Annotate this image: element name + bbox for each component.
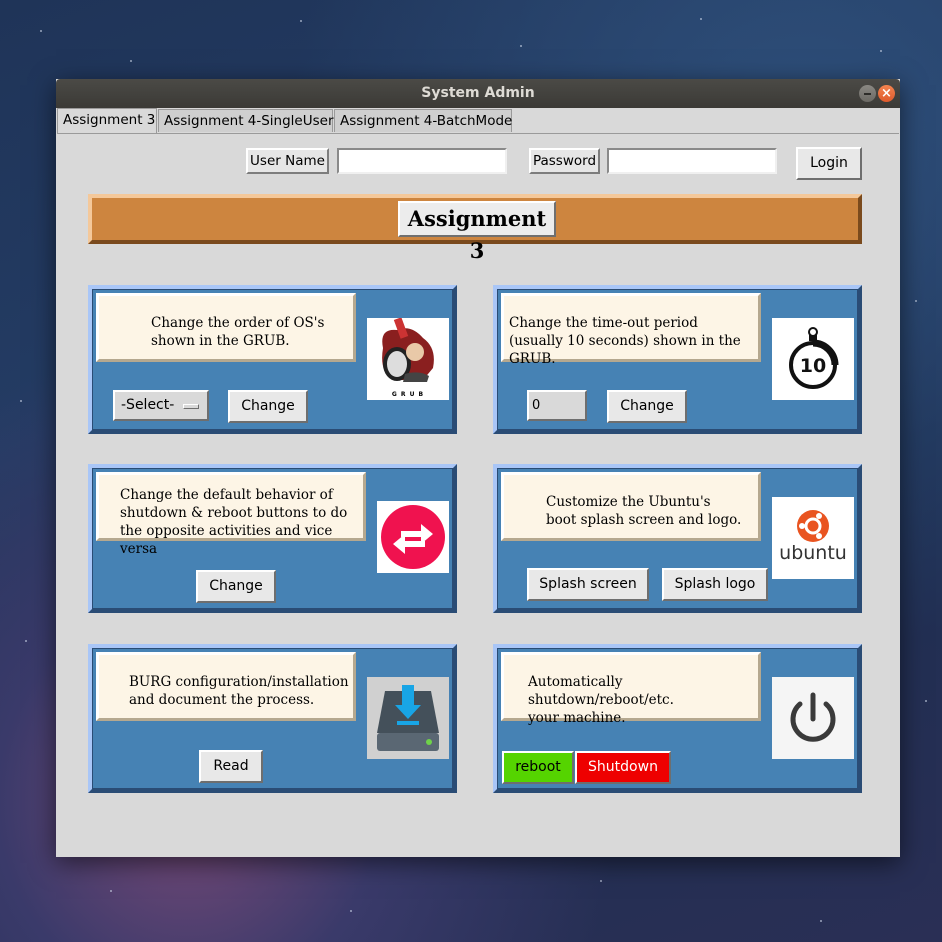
username-label: User Name [246, 148, 329, 174]
panel-splash: Customize the Ubuntu's boot splash scree… [493, 464, 862, 613]
power-icon [772, 677, 854, 759]
timeout-input[interactable] [527, 390, 587, 421]
grub-icon-caption: G R U B [391, 391, 425, 398]
burg-read-button[interactable]: Read [199, 750, 263, 783]
shutdown-button[interactable]: Shutdown [575, 751, 671, 784]
os-select-value: -Select- [121, 397, 175, 413]
reboot-button[interactable]: reboot [502, 751, 574, 784]
assignment-banner: Assignment 3 [88, 194, 862, 263]
minimize-button[interactable] [859, 85, 876, 102]
grub-order-change-button[interactable]: Change [228, 390, 308, 423]
close-icon: × [881, 86, 892, 101]
burg-description: BURG configuration/installation and docu… [96, 652, 356, 721]
close-button[interactable]: × [878, 85, 895, 102]
splash-logo-button[interactable]: Splash logo [662, 568, 768, 601]
dropdown-indicator-icon [183, 404, 199, 409]
window-title: System Admin [421, 85, 535, 101]
panel-grub-timeout: Change the time-out period (usually 10 s… [493, 285, 862, 434]
swap-arrows-icon [377, 501, 449, 573]
panel-burg: BURG configuration/installation and docu… [88, 644, 457, 793]
grub-timeout-description: Change the time-out period (usually 10 s… [501, 293, 761, 367]
login-button[interactable]: Login [796, 147, 862, 180]
auto-shutdown-description: Automatically shutdown/reboot/etc. your … [501, 652, 761, 726]
shutdown-behavior-change-button[interactable]: Change [196, 570, 276, 603]
panel-shutdown-behavior: Change the default behavior of shutdown … [88, 464, 457, 613]
system-admin-window: System Admin × Assignment 3 Assignment 4… [56, 79, 900, 857]
grub-icon: G R U B [367, 317, 449, 400]
password-label: Password [529, 148, 600, 174]
tab-assignment-4-singleuser[interactable]: Assignment 4-SingleUser [158, 109, 334, 132]
download-drive-icon [367, 677, 449, 759]
panel-grub-order: Change the order of OS's shown in the GR… [88, 285, 457, 434]
ubuntu-wordmark: ubuntu [779, 542, 847, 564]
tab-bar: Assignment 3 Assignment 4-SingleUser Ass… [57, 108, 899, 134]
splash-screen-button[interactable]: Splash screen [527, 568, 649, 601]
grub-order-description: Change the order of OS's shown in the GR… [96, 293, 356, 362]
tab-assignment-4-batchmode[interactable]: Assignment 4-BatchMode [334, 109, 512, 132]
panel-auto-shutdown: Automatically shutdown/reboot/etc. your … [493, 644, 862, 793]
password-field[interactable] [607, 148, 777, 174]
username-field[interactable] [337, 148, 507, 174]
splash-description: Customize the Ubuntu's boot splash scree… [501, 472, 761, 541]
stopwatch-number: 10 [800, 355, 826, 377]
window-titlebar[interactable]: System Admin × [56, 79, 900, 108]
grub-timeout-change-button[interactable]: Change [607, 390, 687, 423]
banner-title: Assignment 3 [398, 201, 556, 263]
os-select-dropdown[interactable]: -Select- [113, 390, 209, 421]
shutdown-behavior-description: Change the default behavior of shutdown … [96, 472, 366, 557]
tab-assignment-3[interactable]: Assignment 3 [57, 108, 157, 133]
stopwatch-icon: 10 [772, 318, 854, 400]
ubuntu-logo-icon: ubuntu [772, 497, 854, 579]
